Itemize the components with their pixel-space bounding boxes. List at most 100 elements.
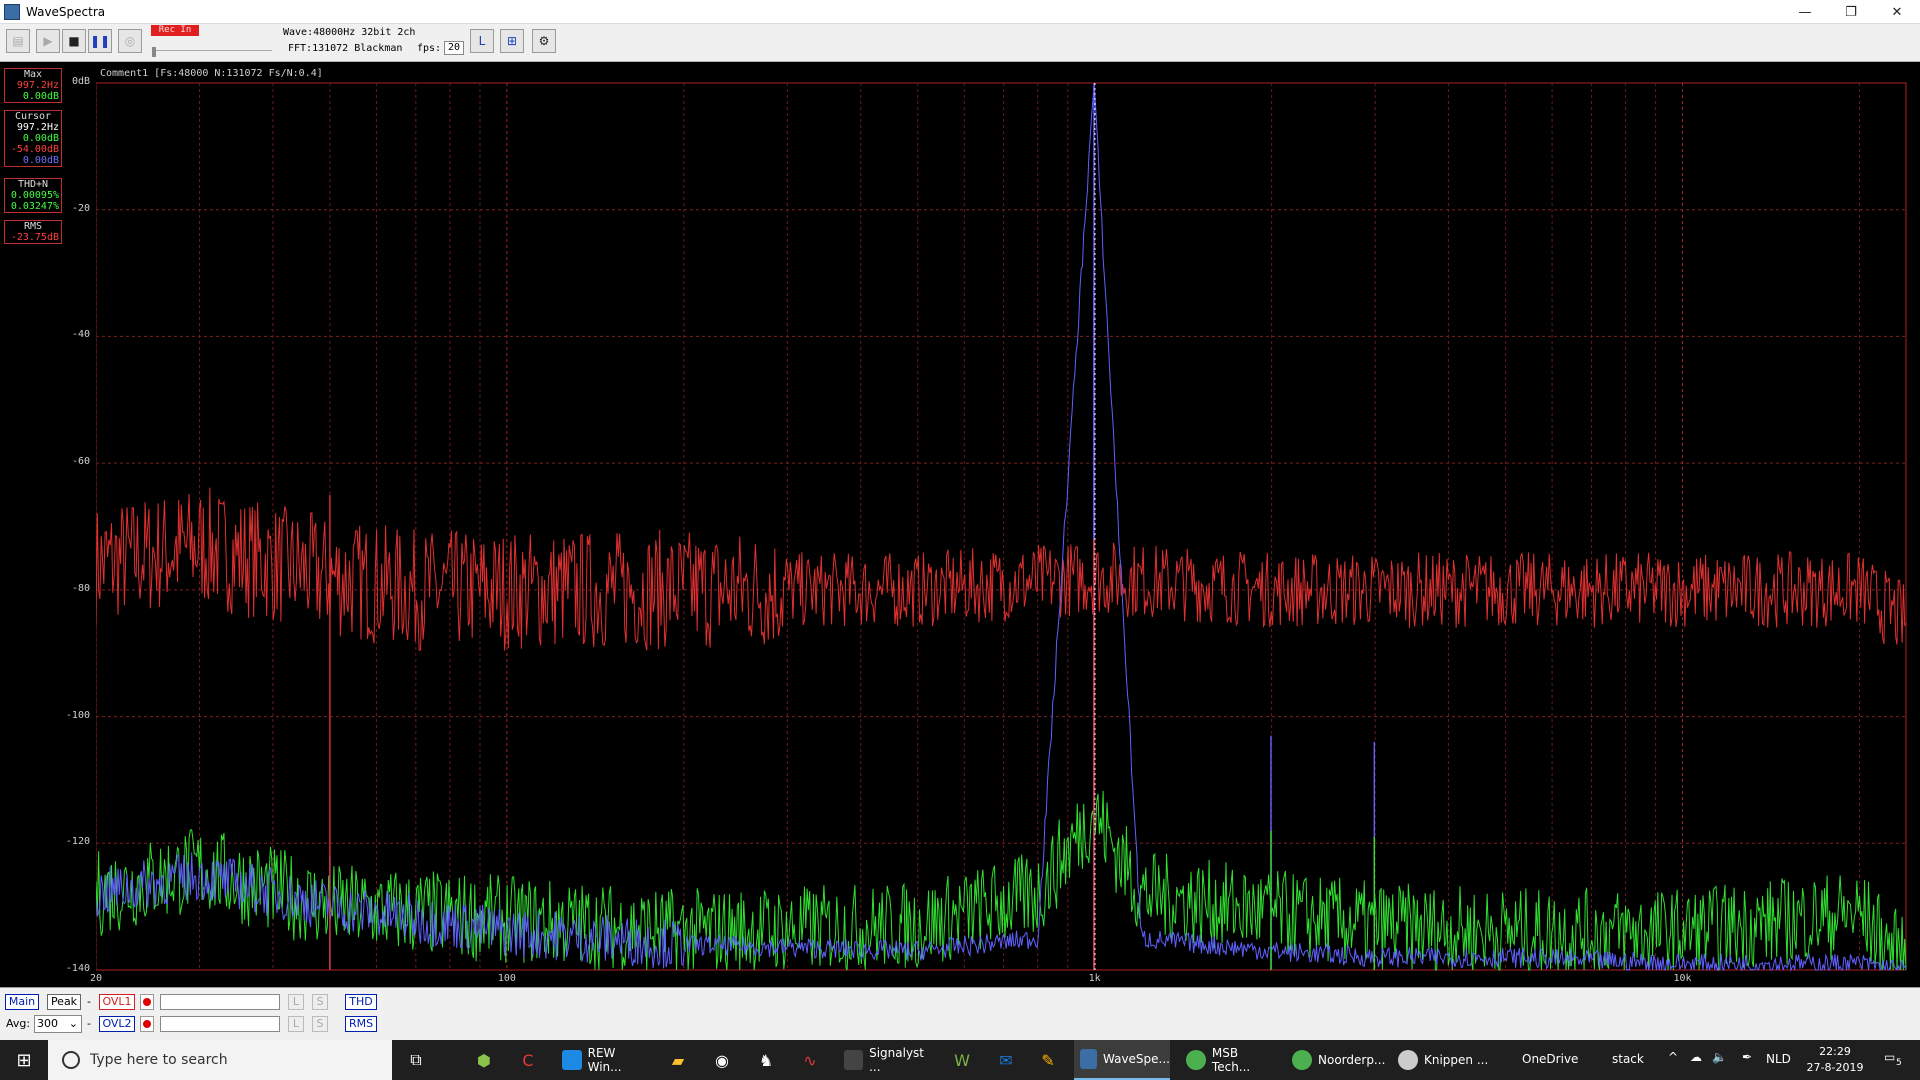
clock-time: 22:29 [1819,1045,1851,1058]
ovl1-indicator: OVL1 [99,994,135,1010]
outlook-icon[interactable]: ✉ [994,1048,1018,1072]
record-level-slider[interactable] [152,47,272,58]
volume-icon[interactable]: 🔈 [1712,1050,1727,1064]
thd-button[interactable]: THD [345,994,377,1010]
s-button-2[interactable]: S [312,1016,328,1032]
minimize-button[interactable]: — [1782,0,1828,24]
series-line-2 [96,84,1907,972]
restore-button[interactable]: ❐ [1828,0,1874,24]
avg-select[interactable]: 300 ⌄ [34,1015,82,1033]
x-tick-label: 1k [1088,973,1101,984]
y-tick-label: -60 [71,456,90,468]
cursor-level-3: 0.00dB [22,155,59,166]
y-tick-label: -80 [71,582,90,594]
file-explorer-icon[interactable]: ▰ [666,1048,690,1072]
media-player-icon[interactable]: ◉ [710,1048,734,1072]
stack-toolbar[interactable]: stack [1612,1052,1644,1066]
task-knippen[interactable]: Knippen ... [1392,1040,1492,1080]
spectrum-svg[interactable] [96,62,1920,987]
l-button-2[interactable]: L [288,1016,304,1032]
ccleaner-icon[interactable]: C [516,1048,540,1072]
app-cube-icon[interactable]: ⬢ [472,1048,496,1072]
open-file-icon[interactable]: ▤ [6,29,30,53]
task-view-icon[interactable]: ⧉ [404,1048,428,1072]
cursor-level-2: -54.00dB [10,144,59,155]
settings-wrench-icon[interactable]: ⚙ [532,29,556,53]
cloud-icon[interactable]: ☁ [1690,1050,1702,1064]
fps-field[interactable]: 20 [444,41,464,55]
slider-knob[interactable] [152,47,156,57]
spectrum-plot[interactable]: Comment1 [Fs:48000 N:131072 Fs/N:0.4] 0d… [66,62,1920,987]
channel-select-icon[interactable]: L [470,29,494,53]
ovl2-indicator: OVL2 [99,1016,135,1032]
y-tick-label: -140 [65,963,90,974]
language-indicator[interactable]: NLD [1766,1052,1791,1066]
w-app-icon[interactable]: W [950,1048,974,1072]
edge-icon [562,1050,582,1070]
taskbar-search[interactable]: Type here to search [48,1040,392,1080]
ovl1-record-dot-icon [140,994,154,1010]
onedrive-toolbar[interactable]: OneDrive [1522,1052,1578,1066]
pen-app-icon[interactable]: ✎ [1036,1048,1060,1072]
notification-icon[interactable]: ▭ [1884,1050,1895,1064]
task-wavespectra[interactable]: WaveSpe... [1074,1040,1170,1080]
task-msb[interactable]: MSB Tech... [1180,1040,1280,1080]
ovl2-field[interactable] [160,1016,280,1032]
app-icon [4,3,20,20]
record-icon[interactable]: ◎ [118,29,142,53]
rms-button[interactable]: RMS [345,1016,377,1032]
x-tick-label: 20 [89,973,103,984]
notification-count: 5 [1896,1058,1902,1068]
ovl1-field[interactable] [160,994,280,1010]
chrome-icon-2 [1292,1050,1312,1070]
play-icon[interactable]: ▶ [36,29,60,53]
bottom-controls: Main Peak - OVL1 L S THD Avg: 300 ⌄ - OVL… [0,987,1920,1040]
avg-label: Avg: [6,1017,31,1030]
max-level: 0.00dB [22,91,59,102]
plot-frame [96,82,1907,971]
chrome-icon [1186,1050,1206,1070]
fox-app-icon[interactable]: ♞ [754,1048,778,1072]
wavespectra-icon [1080,1049,1097,1069]
display-scale-icon[interactable]: ⊞ [500,29,524,53]
rms-label: RMS [23,221,43,232]
window-title: WaveSpectra [26,4,106,19]
series-line-0 [96,487,1907,651]
search-placeholder[interactable]: Type here to search [90,1052,228,1068]
pause-icon[interactable]: ❚❚ [88,29,112,53]
pen-tray-icon[interactable]: ✒ [1742,1050,1752,1064]
task-rew[interactable]: REW Win... [556,1040,652,1080]
fft-settings-text: FFT:131072 Blackman [288,43,403,54]
task-signalyst[interactable]: Signalyst ... [838,1040,936,1080]
series-line-1 [96,790,1907,972]
thdn-value-1: 0.00095% [10,190,59,201]
title-bar: WaveSpectra — ❐ ✕ [0,0,1920,24]
dash-label-2: - [87,1017,91,1030]
main-button[interactable]: Main [5,994,39,1010]
task-knippen-label: Knippen ... [1424,1053,1489,1067]
close-button[interactable]: ✕ [1874,0,1920,24]
task-msb-label: MSB Tech... [1211,1046,1251,1074]
tray-expand-icon[interactable]: ^ [1668,1050,1678,1064]
clock-date: 27-8-2019 [1806,1061,1864,1074]
taskbar-clock[interactable]: 22:29 27-8-2019 [1800,1044,1870,1076]
rec-in-label: Rec In [151,25,199,36]
task-wavespectra-label: WaveSpe... [1103,1052,1170,1066]
s-button-1[interactable]: S [312,994,328,1010]
rms-value: -23.75dB [10,232,59,243]
cursor-frequency: 997.2Hz [16,122,59,133]
peak-button[interactable]: Peak [47,994,81,1010]
thdn-label: THD+N [17,179,49,190]
stop-icon[interactable]: ■ [62,29,86,53]
y-tick-label: -100 [65,709,90,721]
task-noorderp[interactable]: Noorderp... [1286,1040,1386,1080]
avg-value: 300 [37,1017,58,1030]
dash-label-1: - [87,995,91,1008]
x-tick-label: 10k [1673,973,1692,984]
wave-app-icon[interactable]: ∿ [798,1048,822,1072]
rms-readout: RMS -23.75dB [4,220,62,244]
l-button-1[interactable]: L [288,994,304,1010]
x-tick-label: 100 [497,973,516,984]
windows-start-icon[interactable]: ⊞ [0,1040,48,1080]
wave-format-text: Wave:48000Hz 32bit 2ch [283,27,416,38]
